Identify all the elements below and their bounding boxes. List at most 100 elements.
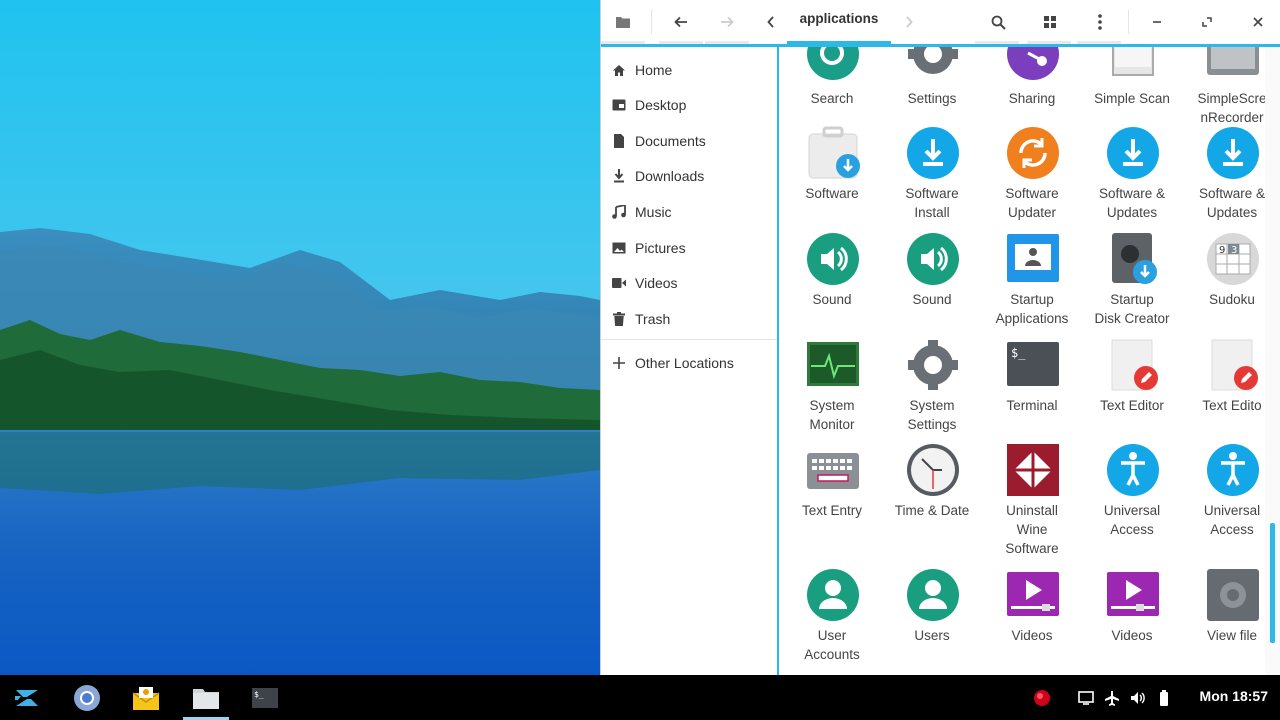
search-icon[interactable] — [984, 8, 1012, 36]
svg-text:$_: $_ — [1011, 346, 1026, 360]
chromium-icon[interactable] — [64, 675, 110, 720]
app-tile-text-editor-2[interactable]: Text Edito — [1182, 338, 1265, 438]
record-indicator-icon[interactable] — [1032, 688, 1052, 708]
startup-apps-app-icon — [1007, 234, 1059, 282]
app-tile-system-settings[interactable]: System Settings — [882, 338, 982, 438]
app-tile-universal-access-2[interactable]: Universal Access — [1182, 443, 1265, 543]
software-updates-app-icon — [1207, 127, 1259, 179]
vertical-scrollbar[interactable] — [1265, 47, 1280, 675]
app-tile-search[interactable]: Search — [782, 47, 882, 127]
app-tile-sudoku[interactable]: 93 Sudoku — [1182, 232, 1265, 332]
scanner-app-icon — [1112, 47, 1154, 76]
sidebar-item-label: Music — [635, 204, 672, 220]
forward-button[interactable] — [713, 8, 741, 36]
app-label: Terminal — [1006, 398, 1058, 413]
path-left-chevron-icon[interactable] — [757, 8, 785, 36]
app-label: Software Install — [905, 186, 959, 220]
app-tile-view-file[interactable]: View file — [1182, 568, 1265, 668]
app-label: Universal Access — [1103, 503, 1161, 537]
app-tile-terminal[interactable]: $_ Terminal — [982, 338, 1082, 438]
sidebar-item-desktop[interactable]: Desktop — [601, 88, 777, 122]
files-icon[interactable] — [183, 675, 229, 720]
zorin-menu-icon[interactable] — [4, 675, 50, 720]
breadcrumb-applications[interactable]: applications — [787, 11, 891, 26]
video-icon — [611, 275, 627, 291]
battery-icon[interactable] — [1154, 688, 1174, 708]
app-tile-universal-access[interactable]: Universal Access — [1082, 443, 1182, 543]
minimize-button[interactable] — [1143, 8, 1171, 36]
app-tile-sound[interactable]: Sound — [782, 232, 882, 332]
app-tile-software-updater[interactable]: Software Updater — [982, 126, 1082, 226]
document-icon — [611, 133, 627, 149]
app-label: Text Edito — [1202, 398, 1262, 413]
sidebar-item-music[interactable]: Music — [601, 195, 777, 229]
accessibility-app-icon — [1107, 444, 1159, 496]
maximize-button[interactable] — [1193, 8, 1221, 36]
sidebar: Home Desktop Documents Downloads Music P… — [601, 47, 779, 675]
app-tile-time-date[interactable]: Time & Date — [882, 443, 982, 543]
volume-icon[interactable] — [1128, 688, 1148, 708]
clock[interactable]: Mon 18:57 — [1200, 688, 1268, 704]
app-label: SimpleScre nRecorder — [1197, 91, 1265, 125]
app-tile-uninstall-wine-software[interactable]: Uninstall Wine Software — [982, 443, 1082, 561]
app-tile-sound-2[interactable]: Sound — [882, 232, 982, 332]
app-tile-system-monitor[interactable]: System Monitor — [782, 338, 882, 438]
sidebar-item-trash[interactable]: Trash — [601, 302, 777, 336]
app-tile-users[interactable]: Users — [882, 568, 982, 668]
close-button[interactable] — [1244, 8, 1272, 36]
menu-kebab-icon[interactable] — [1086, 8, 1114, 36]
app-tile-text-editor[interactable]: Text Editor — [1082, 338, 1182, 438]
app-tile-startup-disk-creator[interactable]: Startup Disk Creator — [1082, 232, 1182, 332]
app-tile-software[interactable]: Software — [782, 126, 882, 226]
app-label: Sharing — [1008, 91, 1056, 106]
sidebar-item-pictures[interactable]: Pictures — [601, 231, 777, 265]
trash-icon — [611, 311, 627, 327]
sidebar-item-home[interactable]: Home — [601, 53, 777, 87]
taskbar: $_ Mon 18:57 — [0, 675, 1280, 720]
app-label: User Accounts — [804, 628, 860, 662]
sidebar-item-downloads[interactable]: Downloads — [601, 159, 777, 193]
svg-text:9: 9 — [1219, 245, 1225, 256]
airplane-mode-icon[interactable] — [1102, 688, 1122, 708]
app-tile-startup-applications[interactable]: Startup Applications — [982, 232, 1082, 332]
app-label: Search — [810, 91, 854, 106]
app-tile-sharing[interactable]: Sharing — [982, 47, 1082, 127]
sidebar-item-other-locations[interactable]: Other Locations — [601, 346, 777, 380]
software-updater-app-icon — [1007, 127, 1059, 179]
app-label: Text Editor — [1100, 398, 1164, 413]
app-label: Videos — [1111, 628, 1153, 643]
text-editor-app-icon — [1111, 339, 1158, 391]
app-tile-settings[interactable]: Settings — [882, 47, 982, 127]
app-tile-videos-2[interactable]: Videos — [1082, 568, 1182, 668]
folder-icon[interactable] — [609, 8, 637, 36]
music-icon — [611, 204, 627, 220]
grid-view-icon[interactable] — [1036, 8, 1064, 36]
home-icon — [611, 62, 627, 78]
app-label: System Monitor — [809, 398, 855, 432]
path-right-chevron-icon[interactable] — [895, 8, 923, 36]
sidebar-item-documents[interactable]: Documents — [601, 124, 777, 158]
app-tile-user-accounts[interactable]: User Accounts — [782, 568, 882, 668]
sudoku-app-icon: 93 — [1207, 233, 1259, 285]
sidebar-item-label: Trash — [635, 311, 671, 327]
mail-icon[interactable] — [123, 675, 169, 720]
display-icon[interactable] — [1076, 688, 1096, 708]
app-tile-simple-scan[interactable]: Simple Scan — [1082, 47, 1182, 127]
app-label: Software — [805, 186, 859, 201]
terminal-icon[interactable]: $_ — [242, 675, 288, 720]
scrollbar-thumb[interactable] — [1270, 523, 1275, 643]
app-tile-software-updates-2[interactable]: Software & Updates — [1182, 126, 1265, 226]
back-button[interactable] — [667, 8, 695, 36]
app-tile-software-updates[interactable]: Software & Updates — [1082, 126, 1182, 226]
app-tile-software-install[interactable]: Software Install — [882, 126, 982, 226]
sidebar-item-label: Videos — [635, 275, 678, 291]
software-updates-app-icon — [1107, 127, 1159, 179]
app-tile-text-entry[interactable]: Text Entry — [782, 443, 882, 543]
app-label: Videos — [1011, 628, 1053, 643]
app-label: Sound — [812, 292, 852, 307]
app-tile-videos[interactable]: Videos — [982, 568, 1082, 668]
app-label: Simple Scan — [1094, 91, 1170, 106]
user-accounts-app-icon — [807, 569, 859, 621]
settings-app-icon — [908, 47, 958, 74]
sidebar-item-videos[interactable]: Videos — [601, 266, 777, 300]
